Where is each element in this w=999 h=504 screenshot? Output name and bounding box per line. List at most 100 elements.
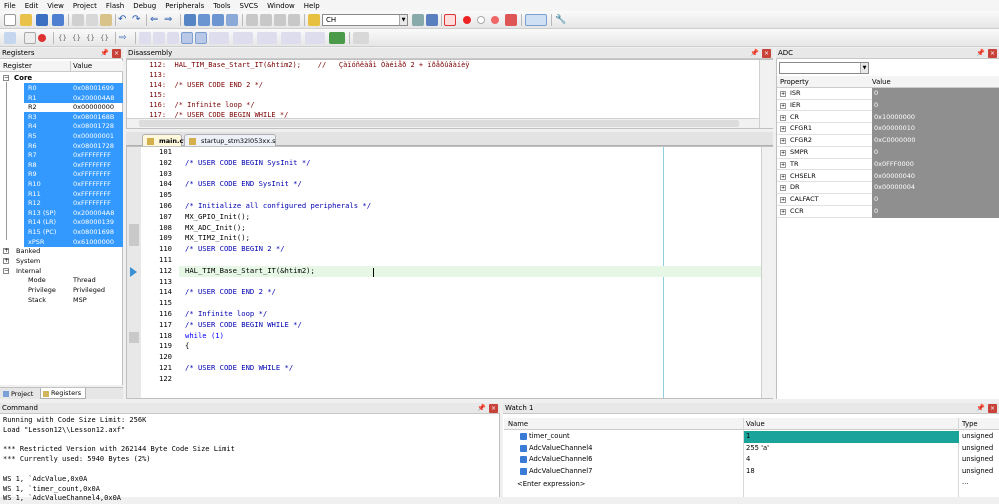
internal-row[interactable]: Stack MSP — [0, 295, 123, 305]
breakpoint-icon[interactable] — [463, 16, 471, 24]
menu-flash[interactable]: Flash — [106, 2, 124, 10]
code-line[interactable]: 111 — [150, 255, 185, 266]
menu-edit[interactable]: Edit — [25, 2, 39, 10]
wrench-icon[interactable]: 🔧 — [555, 14, 567, 26]
close-icon[interactable]: × — [112, 49, 121, 58]
tab-registers[interactable]: Registers — [40, 388, 87, 399]
menu-view[interactable]: View — [47, 2, 64, 10]
reset-icon[interactable] — [4, 32, 16, 44]
window-layout-icon[interactable] — [525, 14, 547, 26]
expand-icon[interactable]: + — [780, 185, 786, 192]
adc-property-row[interactable]: + ISR 0 — [777, 88, 999, 100]
uncomment-icon[interactable] — [288, 14, 300, 26]
watch-windows-icon[interactable] — [209, 32, 229, 44]
internal-row[interactable]: Mode Thread — [0, 275, 123, 285]
chevron-down-icon[interactable]: ▼ — [399, 15, 407, 25]
prev-bookmark-icon[interactable] — [198, 14, 210, 26]
serial-windows-icon[interactable] — [257, 32, 277, 44]
code-line[interactable]: 119 { — [150, 341, 189, 352]
run-icon[interactable] — [24, 32, 36, 44]
register-row[interactable]: R10 0xFFFFFFFF — [24, 179, 123, 189]
watch-row[interactable]: AdcValueChannel4 255 'a' unsigned ... — [505, 443, 999, 463]
register-row[interactable]: R2 0x00000000 — [0, 102, 123, 112]
register-row[interactable]: R13 (SP) 0x200004A8 — [24, 207, 123, 218]
watch-row[interactable]: AdcValueChannel6 4 unsigned ... — [505, 454, 999, 475]
adc-selector[interactable]: ▼ — [779, 62, 869, 74]
disassembly-line[interactable]: 115: — [145, 90, 175, 100]
close-icon[interactable]: × — [988, 49, 997, 58]
symbols-window-icon[interactable] — [167, 32, 179, 44]
enter-expression[interactable]: <Enter expression> — [517, 479, 585, 490]
col-type[interactable]: Type — [962, 418, 978, 430]
close-icon[interactable]: × — [988, 404, 997, 413]
register-row[interactable]: R8 0xFFFFFFFF — [24, 159, 123, 170]
adc-property-row[interactable]: + CALFACT 0 — [777, 194, 999, 206]
expand-icon[interactable]: + — [780, 114, 786, 121]
close-icon[interactable]: × — [489, 404, 498, 413]
expand-icon[interactable]: + — [780, 138, 786, 145]
editor-scrollbar[interactable] — [761, 147, 773, 398]
adc-property-row[interactable]: + CFGR1 0x00000010 — [777, 123, 999, 136]
copy-icon[interactable] — [86, 14, 98, 26]
register-row[interactable]: R5 0x00000001 — [24, 131, 123, 141]
incremental-find-icon[interactable] — [426, 14, 438, 26]
menu-tools[interactable]: Tools — [213, 2, 230, 10]
code-line[interactable]: 113 — [150, 277, 185, 288]
collapse-icon[interactable]: − — [3, 75, 9, 81]
code-line[interactable]: 108 MX_ADC_Init(); — [150, 223, 246, 234]
step-over-icon[interactable]: {} — [72, 32, 84, 44]
redo-icon[interactable]: ↷ — [132, 14, 144, 26]
undo-icon[interactable]: ↶ — [118, 14, 130, 26]
adc-property-row[interactable]: + CFGR2 0xC0000000 — [777, 135, 999, 147]
expand-icon[interactable]: + — [780, 126, 786, 133]
code-line[interactable]: 110 /* USER CODE BEGIN 2 */ — [150, 244, 285, 255]
code-line[interactable]: 118 while (1) — [150, 331, 224, 342]
bookmark-icon[interactable] — [184, 14, 196, 26]
adc-property-row[interactable]: + TR 0x0FFF0000 — [777, 158, 999, 171]
expand-icon[interactable]: + — [780, 161, 786, 168]
indent-icon[interactable] — [246, 14, 258, 26]
code-line[interactable]: 117 /* USER CODE BEGIN WHILE */ — [150, 320, 302, 331]
kill-all-breakpoints-icon[interactable] — [505, 14, 517, 26]
tab-main-c[interactable]: main.c* — [142, 134, 187, 146]
expand-icon[interactable]: + — [780, 150, 786, 156]
next-bookmark-icon[interactable] — [212, 14, 224, 26]
adc-property-row[interactable]: + CR 0x10000000 — [777, 111, 999, 124]
register-row[interactable]: R12 0xFFFFFFFF — [24, 198, 123, 209]
code-line[interactable]: 115 — [150, 298, 185, 309]
internal-row[interactable]: Privilege Privileged — [0, 285, 123, 295]
disassembly-window-icon[interactable] — [153, 32, 165, 44]
step-into-icon[interactable]: {} — [58, 32, 70, 44]
register-row[interactable]: R9 0xFFFFFFFF — [24, 169, 123, 180]
expand-icon[interactable]: + — [780, 173, 786, 180]
cut-icon[interactable] — [72, 14, 84, 26]
disassembly-line[interactable]: 113: — [145, 70, 175, 80]
kill-breakpoints-icon[interactable] — [491, 16, 499, 24]
watch-value[interactable]: 4 — [744, 454, 959, 466]
disable-breakpoint-icon[interactable] — [477, 16, 485, 24]
pin-icon[interactable]: 📌 — [976, 48, 985, 59]
col-value[interactable]: Value — [746, 418, 765, 430]
col-property[interactable]: Property — [780, 76, 809, 88]
code-line[interactable]: 104 /* USER CODE END SysInit */ — [150, 179, 302, 190]
expand-icon[interactable]: + — [780, 197, 786, 204]
menu-window[interactable]: Window — [267, 2, 295, 10]
code-line[interactable]: 122 — [150, 374, 185, 385]
close-icon[interactable]: × — [762, 49, 771, 58]
menu-help[interactable]: Help — [304, 2, 320, 10]
expand-icon[interactable]: + — [780, 209, 786, 215]
show-next-statement-icon[interactable]: ⇨ — [119, 32, 131, 44]
col-register[interactable]: Register — [3, 61, 32, 72]
trace-windows-icon[interactable] — [305, 32, 325, 44]
chevron-down-icon[interactable]: ▼ — [860, 63, 868, 73]
register-row[interactable]: R14 (LR) 0x08000139 — [24, 217, 123, 228]
tab-startup[interactable]: startup_stm32l053xx.s — [184, 134, 276, 146]
adc-property-row[interactable]: + IER 0 — [777, 99, 999, 112]
code-line[interactable]: 106 /* Initialize all configured peripher… — [150, 201, 371, 212]
stop-icon[interactable] — [38, 34, 46, 42]
open-folder-icon[interactable] — [20, 14, 32, 26]
adc-property-row[interactable]: + DR 0x00000004 — [777, 182, 999, 195]
step-out-icon[interactable]: {} — [86, 32, 98, 44]
expand-icon[interactable]: + — [780, 102, 786, 109]
group-system[interactable]: System — [16, 256, 40, 266]
